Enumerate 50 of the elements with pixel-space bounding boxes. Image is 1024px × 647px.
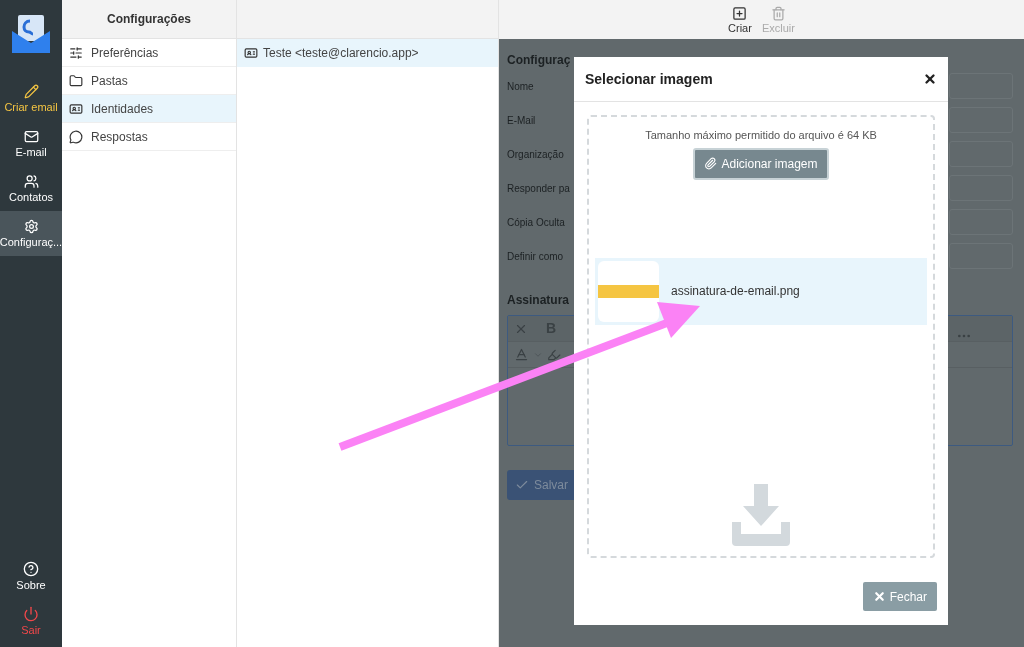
settings-menu-item[interactable]: Identidades — [62, 95, 236, 123]
speech-bubble-icon — [69, 129, 83, 144]
column-title: Configurações — [107, 11, 191, 28]
paperclip-icon — [704, 157, 718, 170]
field-label: Cópia Oculta — [507, 215, 565, 230]
field-label: Nome — [507, 79, 534, 94]
field-label: Definir como — [507, 249, 564, 264]
input-field[interactable] — [949, 209, 1013, 235]
input-field[interactable] — [949, 243, 1013, 269]
envelope-icon — [23, 129, 39, 144]
settings-icon — [23, 219, 39, 234]
section-title: Assinatura — [507, 292, 570, 309]
size-hint: Tamanho máximo permitido do arquivo é 64 KB — [645, 128, 877, 143]
check-icon — [515, 478, 529, 492]
field-label: Responder pa — [507, 181, 570, 196]
question-icon — [23, 560, 39, 577]
power-icon — [23, 605, 39, 622]
trash-icon — [770, 5, 786, 21]
id-card-icon — [244, 46, 258, 60]
field-label: Organização — [507, 147, 564, 162]
input-field[interactable] — [949, 107, 1013, 133]
compose-icon — [23, 84, 39, 99]
drop-zone[interactable]: Tamanho máximo permitido do arquivo é 64 KB Adicionar imagem assinatura-de-email.png — [587, 115, 935, 558]
file-item[interactable]: assinatura-de-email.png — [595, 257, 927, 325]
input-field[interactable] — [949, 175, 1013, 201]
file-name: assinatura-de-email.png — [671, 283, 800, 300]
text-color-icon[interactable] — [514, 347, 529, 362]
field-label: E-Mail — [507, 113, 536, 128]
input-field[interactable] — [949, 73, 1013, 99]
add-image-button[interactable]: Adicionar imagem — [693, 147, 829, 180]
dialog-title: Selecionar imagem — [585, 69, 713, 89]
form-title: Configuraç — [507, 52, 571, 69]
envelope-logo-icon — [10, 13, 52, 55]
nav-item[interactable]: E-mail — [0, 121, 62, 166]
nav-item[interactable]: Contatos — [0, 166, 62, 211]
sliders-icon — [69, 45, 83, 60]
close-icon — [872, 590, 886, 603]
nav-item[interactable]: Configuraç... — [0, 211, 62, 256]
id-card-icon — [69, 101, 83, 116]
highlighter-icon[interactable] — [547, 347, 561, 362]
identity-item[interactable]: Teste <teste@clarencio.app> — [237, 39, 498, 67]
nav-item[interactable]: Sobre — [0, 553, 62, 598]
signature-image-placeholder — [598, 284, 659, 298]
close-button[interactable] — [923, 72, 937, 86]
input-field[interactable] — [949, 141, 1013, 167]
people-icon — [23, 174, 39, 189]
plus-square-icon — [732, 5, 748, 21]
nav-item[interactable]: Criar email — [0, 76, 62, 121]
folder-icon — [69, 73, 83, 88]
toolbar-button[interactable]: Criar — [728, 5, 752, 34]
